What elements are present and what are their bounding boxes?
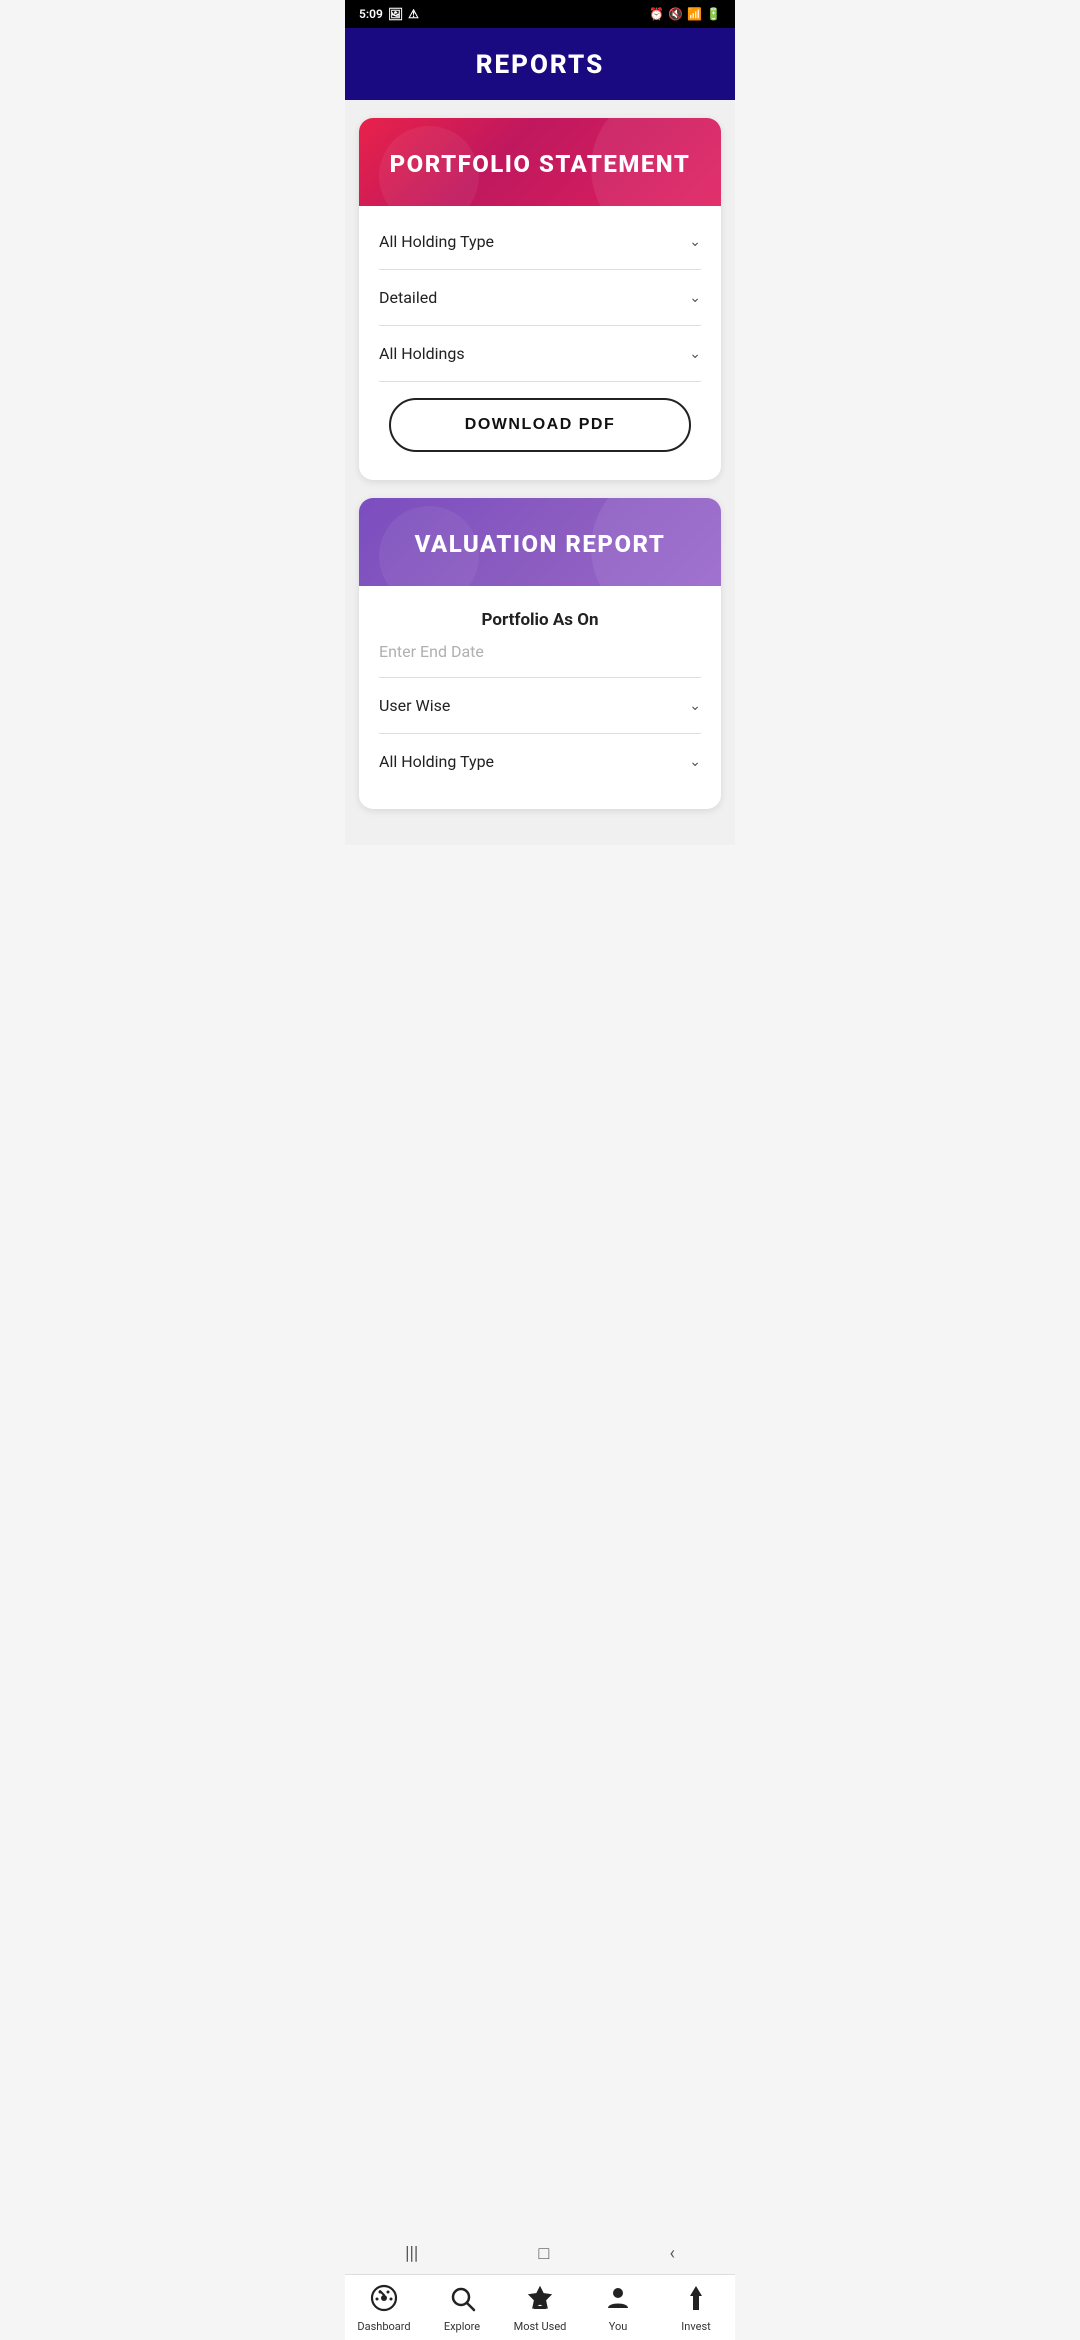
user-wise-dropdown[interactable]: User Wise ⌄: [379, 678, 701, 734]
page-header: REPORTS: [345, 28, 735, 100]
user-wise-label: User Wise: [379, 696, 450, 715]
status-bar-right: ⏰ 🔇 📶 🔋: [649, 7, 721, 21]
dashboard-icon: [370, 2284, 398, 2316]
explore-icon: [448, 2284, 476, 2316]
portfolio-as-on-label: Portfolio As On: [379, 594, 701, 634]
chevron-down-icon: ⌄: [689, 290, 701, 306]
battery-icon: 🔋: [706, 7, 721, 21]
portfolio-card-title: PORTFOLIO STATEMENT: [379, 150, 701, 178]
chevron-down-icon: ⌄: [689, 698, 701, 714]
portfolio-statement-card: PORTFOLIO STATEMENT All Holding Type ⌄ D…: [359, 118, 721, 480]
chevron-down-icon: ⌄: [689, 234, 701, 250]
back-icon[interactable]: ‹: [669, 2243, 674, 2264]
valuation-card-body: Portfolio As On Enter End Date User Wise…: [359, 586, 721, 809]
valuation-holding-type-label: All Holding Type: [379, 752, 494, 771]
detailed-dropdown[interactable]: Detailed ⌄: [379, 270, 701, 326]
mute-icon: 🔇: [668, 7, 683, 21]
valuation-card-header: VALUATION REPORT: [359, 498, 721, 586]
wifi-icon: 📶: [687, 7, 702, 21]
portfolio-card-body: All Holding Type ⌄ Detailed ⌄ All Holdin…: [359, 206, 721, 480]
nav-item-explore[interactable]: Explore: [423, 2284, 501, 2333]
you-icon: [604, 2284, 632, 2316]
nav-label-dashboard: Dashboard: [357, 2320, 410, 2333]
photo-icon: 🖼: [388, 7, 403, 21]
nav-item-most-used[interactable]: Most Used: [501, 2284, 579, 2333]
home-icon[interactable]: □: [538, 2243, 549, 2264]
end-date-input[interactable]: Enter End Date: [379, 634, 701, 678]
alarm-icon: ⏰: [649, 7, 664, 21]
invest-icon: [684, 2284, 708, 2316]
status-bar: 5:09 🖼 ⚠ ⏰ 🔇 📶 🔋: [345, 0, 735, 28]
nav-item-dashboard[interactable]: Dashboard: [345, 2284, 423, 2333]
bottom-nav: Dashboard Explore Most Used You: [345, 2274, 735, 2340]
valuation-holding-type-dropdown[interactable]: All Holding Type ⌄: [379, 734, 701, 789]
all-holdings-dropdown[interactable]: All Holdings ⌄: [379, 326, 701, 382]
nav-label-invest: Invest: [681, 2320, 710, 2333]
nav-label-explore: Explore: [444, 2320, 480, 2333]
download-pdf-button[interactable]: DOWNLOAD PDF: [389, 398, 691, 452]
main-content: PORTFOLIO STATEMENT All Holding Type ⌄ D…: [345, 100, 735, 845]
recent-apps-icon[interactable]: |||: [405, 2243, 418, 2264]
chevron-down-icon: ⌄: [689, 346, 701, 362]
chevron-down-icon: ⌄: [689, 754, 701, 770]
portfolio-card-header: PORTFOLIO STATEMENT: [359, 118, 721, 206]
holding-type-dropdown[interactable]: All Holding Type ⌄: [379, 214, 701, 270]
valuation-card-title: VALUATION REPORT: [379, 530, 701, 558]
nav-label-you: You: [609, 2320, 628, 2333]
valuation-report-card: VALUATION REPORT Portfolio As On Enter E…: [359, 498, 721, 809]
status-bar-left: 5:09 🖼 ⚠: [359, 7, 419, 21]
nav-label-most-used: Most Used: [514, 2320, 567, 2333]
nav-item-invest[interactable]: Invest: [657, 2284, 735, 2333]
most-used-icon: [526, 2284, 554, 2316]
holding-type-label: All Holding Type: [379, 232, 494, 251]
page-title: REPORTS: [361, 50, 719, 80]
detailed-label: Detailed: [379, 288, 437, 307]
nav-item-you[interactable]: You: [579, 2284, 657, 2333]
status-time: 5:09: [359, 7, 383, 21]
all-holdings-label: All Holdings: [379, 344, 465, 363]
warning-icon: ⚠: [408, 7, 419, 21]
download-btn-wrap: DOWNLOAD PDF: [379, 382, 701, 460]
system-nav-bar: ||| □ ‹: [345, 2232, 735, 2274]
